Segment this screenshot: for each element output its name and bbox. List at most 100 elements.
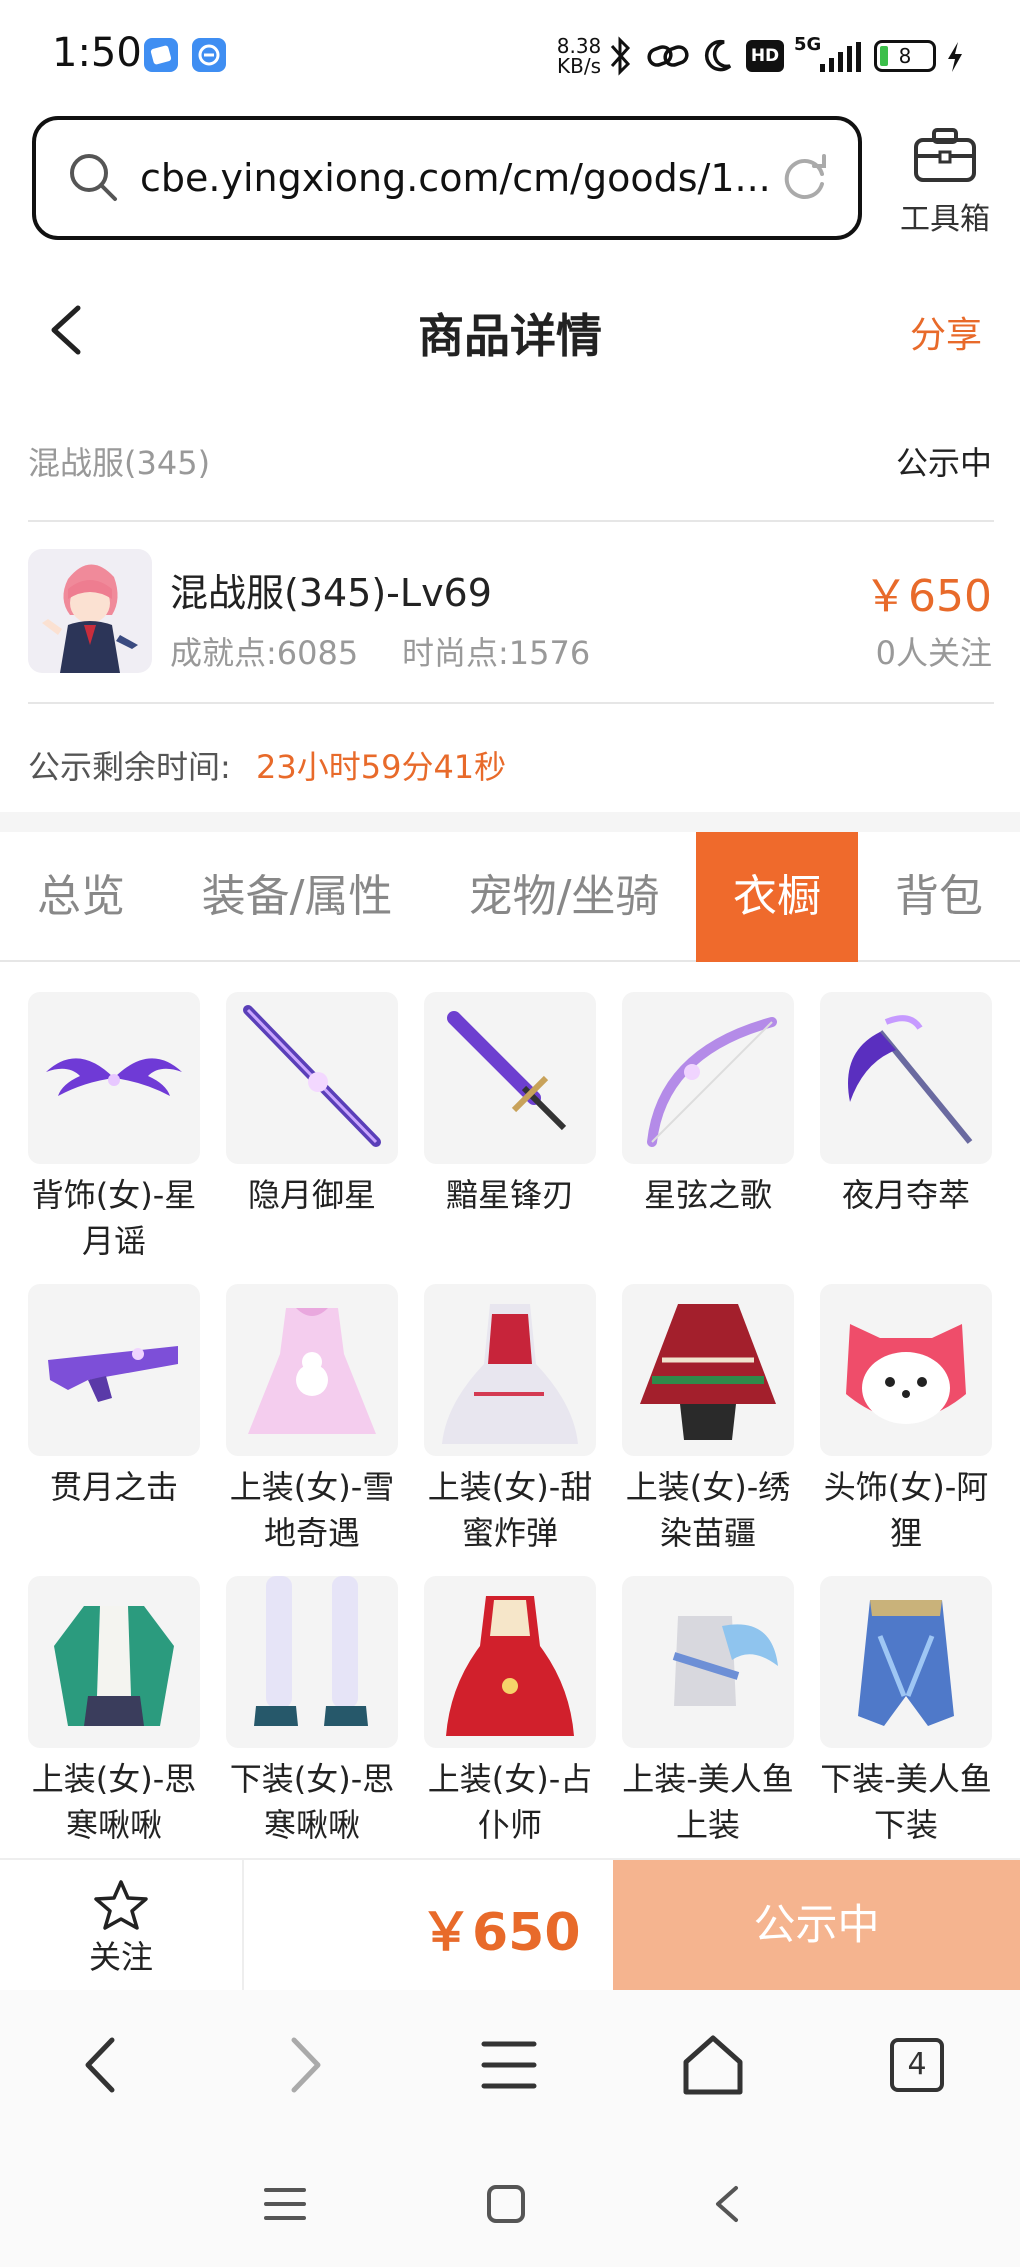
item-name: 上装(女)-绣染苗疆 [625,1468,791,1552]
search-icon [70,154,117,201]
item-name: 贯月之击 [49,1468,178,1506]
character-name: 混战服(345)-Lv69 [170,571,492,615]
wings-icon [28,992,200,1164]
server-name: 混战服(345) [28,444,211,482]
star-icon [94,1880,148,1930]
item-name: 星弦之歌 [643,1176,772,1214]
character-avatar[interactable] [28,549,152,673]
action-bar: 关注 ￥650 公示中 [0,1858,1020,1990]
tab-bar: 总览 装备/属性 宠物/坐骑 衣橱 背包 [0,832,1020,962]
item-name: 上装(女)-甜蜜炸弹 [427,1468,593,1552]
link-icon [647,45,689,67]
item-name: 上装(女)-雪地奇遇 [229,1468,395,1552]
wardrobe-item[interactable]: 隐月御星 [226,992,398,1272]
public-notice-button[interactable]: 公示中 [613,1860,1020,1990]
wardrobe-item[interactable]: 上装-美人鱼上装 [622,1576,794,1856]
fox-head-icon [820,1284,992,1456]
url-text[interactable]: cbe.yingxiong.com/cm/goods/1... [140,156,780,200]
fashion-points: 时尚点:1576 [402,634,591,672]
battery-icon: 8 [874,40,936,72]
countdown-value: 23小时59分41秒 [256,748,507,786]
tab-bag[interactable]: 背包 [858,832,1020,962]
red-dress-icon [424,1576,596,1748]
bluetooth-icon [610,36,631,76]
browser-nav-bar: 4 [0,1990,1020,2140]
scythe-icon [820,992,992,1164]
moon-icon [704,39,732,72]
dress-icon [226,1284,398,1456]
net-speed-value: 8.38 [556,34,602,58]
app-notification-icon [144,38,178,72]
staff-icon [226,992,398,1164]
wardrobe-item[interactable]: 头饰(女)-阿狸 [820,1284,992,1564]
bow-icon [622,992,794,1164]
toolbox-icon [914,128,976,182]
battery-level: 8 [898,44,912,68]
item-name: 背饰(女)-星月谣 [31,1176,197,1260]
item-name: 上装(女)-思寒啾啾 [31,1760,197,1844]
tab-pets[interactable]: 宠物/坐骑 [432,832,696,962]
wardrobe-item[interactable]: 上装(女)-占仆师 [424,1576,596,1856]
sword-icon [424,992,596,1164]
wardrobe-item[interactable]: 黯星锋刃 [424,992,596,1272]
wardrobe-item[interactable]: 星弦之歌 [622,992,794,1272]
gun-icon [28,1284,200,1456]
charging-icon [948,42,962,72]
mermaid-top-icon [622,1576,794,1748]
bottom-price: ￥650 [420,1903,581,1963]
countdown-label: 公示剩余时间: [28,748,231,786]
mermaid-bottom-icon [820,1576,992,1748]
signal-icon [820,42,861,72]
gown-icon [424,1284,596,1456]
share-button[interactable]: 分享 [910,306,982,358]
browser-forward-icon[interactable] [270,2030,340,2100]
wardrobe-item[interactable]: 贯月之击 [28,1284,200,1564]
tab-equipment[interactable]: 装备/属性 [162,832,432,962]
system-home-icon[interactable] [484,2182,528,2226]
wardrobe-item[interactable]: 下装(女)-思寒啾啾 [226,1576,398,1856]
achievement-points: 成就点:6085 [170,634,359,672]
home-icon[interactable] [678,2030,748,2100]
item-name: 隐月御星 [247,1176,376,1214]
item-name: 夜月夺萃 [841,1176,970,1214]
system-back-icon[interactable] [708,2182,748,2226]
item-name: 头饰(女)-阿狸 [823,1468,989,1552]
net-speed-unit: KB/s [557,54,601,78]
follower-count: 0人关注 [875,634,992,672]
jacket-icon [28,1576,200,1748]
poncho-icon [622,1284,794,1456]
item-name: 下装(女)-思寒啾啾 [229,1760,395,1844]
wardrobe-item[interactable]: 上装(女)-思寒啾啾 [28,1576,200,1856]
item-name: 上装(女)-占仆师 [427,1760,593,1844]
follow-button[interactable]: 关注 [0,1860,242,1990]
hd-badge: HD [746,40,784,72]
tabs-button[interactable]: 4 [882,2030,952,2100]
item-name: 黯星锋刃 [445,1176,574,1214]
follow-label: 关注 [88,1938,153,1976]
toolbox-label: 工具箱 [900,202,990,237]
listing-status: 公示中 [895,444,992,482]
link-notification-icon [192,38,226,72]
toolbox-button[interactable]: 工具箱 [890,126,1000,237]
menu-icon[interactable] [474,2030,544,2100]
address-bar[interactable]: cbe.yingxiong.com/cm/goods/1... [32,116,862,240]
recent-apps-icon[interactable] [262,2184,308,2224]
listing-price: ￥650 [864,571,992,622]
page-header: 商品详情 分享 [0,270,1020,390]
tab-count: 4 [890,2038,944,2092]
wardrobe-item[interactable]: 上装(女)-绣染苗疆 [622,1284,794,1564]
legs-icon [226,1576,398,1748]
browser-back-icon[interactable] [66,2030,136,2100]
tab-overview[interactable]: 总览 [0,832,162,962]
wardrobe-item[interactable]: 上装(女)-甜蜜炸弹 [424,1284,596,1564]
wardrobe-item[interactable]: 背饰(女)-星月谣 [28,992,200,1272]
tab-wardrobe[interactable]: 衣橱 [696,832,858,962]
wardrobe-item[interactable]: 上装(女)-雪地奇遇 [226,1284,398,1564]
refresh-icon[interactable] [778,152,832,206]
divider [28,702,994,704]
item-name: 上装-美人鱼上装 [622,1760,794,1844]
network-speed: 8.38 KB/s [548,36,610,76]
wardrobe-item[interactable]: 夜月夺萃 [820,992,992,1272]
wardrobe-item[interactable]: 下装-美人鱼下装 [820,1576,992,1856]
page-title: 商品详情 [418,309,602,363]
